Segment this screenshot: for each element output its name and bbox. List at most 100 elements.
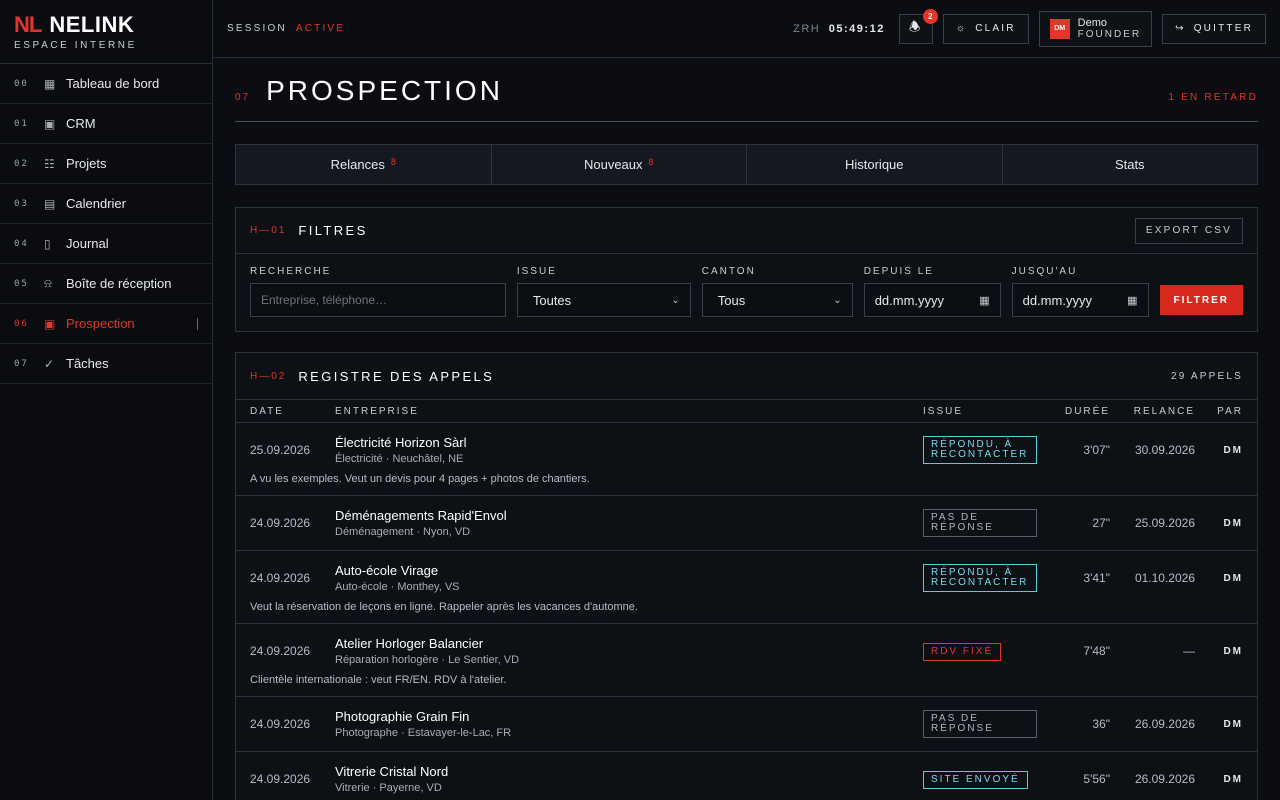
- from-date-label: DEPUIS LE: [863, 266, 934, 277]
- filters-title: FILTRES: [298, 223, 368, 238]
- user-menu-button[interactable]: DM Demo FOUNDER: [1038, 10, 1153, 47]
- issue-badge: RDV FIXÉ: [923, 643, 1002, 661]
- row-company-name[interactable]: Vitrerie Cristal Nord: [335, 764, 923, 779]
- sidebar-item-prospection[interactable]: 06 ▣ Prospection: [0, 304, 212, 344]
- column-date[interactable]: DATE: [250, 406, 335, 417]
- sidebar-item-calendrier[interactable]: 03 ▤ Calendrier: [0, 184, 212, 224]
- canton-label: CANTON: [701, 266, 756, 277]
- row-company-name[interactable]: Auto-école Virage: [335, 563, 923, 578]
- row-duration: 3'07": [1083, 443, 1110, 457]
- tab-label: Relances: [330, 157, 385, 172]
- sidebar-item-crm[interactable]: 01 ▣ CRM: [0, 104, 212, 144]
- sidebar-item-journal[interactable]: 04 ▯ Journal: [0, 224, 212, 264]
- column-entreprise[interactable]: ENTREPRISE: [335, 406, 923, 417]
- chevron-down-icon: ⌄: [833, 294, 842, 306]
- brand[interactable]: NL NELINK ESPACE INTERNE: [0, 0, 212, 64]
- table-row[interactable]: 24.09.2026 Photographie Grain Fin Photogra…: [236, 697, 1257, 752]
- contact-icon: ▣: [44, 316, 56, 331]
- calendar-icon[interactable]: ▦: [979, 294, 989, 307]
- tab-label: Stats: [1114, 157, 1145, 172]
- row-owner: DM: [1223, 444, 1243, 456]
- sidebar-item-t-ches[interactable]: 07 ✓ Tâches: [0, 344, 212, 384]
- row-duration: 36": [1092, 717, 1110, 731]
- row-company-name[interactable]: Électricité Horizon Sàrl: [335, 435, 923, 450]
- row-note: A vu les exemples. Veut un devis pour 4 …: [250, 473, 590, 485]
- column-issue[interactable]: ISSUE: [923, 406, 1055, 417]
- sidebar-item-label: Calendrier: [66, 196, 126, 211]
- tab-relances[interactable]: Relances 8: [236, 145, 492, 184]
- grid-icon: ▦: [44, 76, 56, 91]
- sidebar-item-number: 06: [14, 318, 29, 329]
- logout-button[interactable]: ↪ QUITTER: [1162, 13, 1266, 44]
- tab-nouveaux[interactable]: Nouveaux 8: [492, 145, 747, 184]
- row-date: 24.09.2026: [250, 772, 311, 786]
- sidebar-item-label: Projets: [66, 156, 107, 171]
- calendar-icon[interactable]: ▦: [1127, 294, 1137, 307]
- page-title: PROSPECTION: [266, 75, 503, 106]
- row-relance: 26.09.2026: [1134, 772, 1195, 786]
- row-company-meta: Auto-école · Monthey, VS: [335, 581, 460, 593]
- tab-historique[interactable]: Historique: [747, 145, 1003, 184]
- issue-select-value: Toutes: [532, 292, 572, 308]
- sidebar-item-label: Prospection: [66, 316, 135, 331]
- clock: ZRH 05:49:12: [793, 23, 885, 35]
- contact-icon: ▣: [44, 116, 56, 131]
- sidebar-item-bo-te-de-r-ception[interactable]: 05 ⍾ Boîte de réception: [0, 264, 212, 304]
- row-relance: 30.09.2026: [1134, 443, 1195, 457]
- chart-icon: ☷: [44, 156, 55, 171]
- export-csv-button[interactable]: EXPORT CSV: [1134, 217, 1243, 244]
- logout-label: QUITTER: [1193, 23, 1253, 34]
- tab-bar: Relances 8 Nouveaux 8 Historique Stats: [235, 144, 1258, 185]
- registry-code: H—02: [250, 370, 287, 382]
- table-row[interactable]: 25.09.2026 Électricité Horizon Sàrl Électr…: [236, 423, 1257, 496]
- issue-badge: RÉPONDU, À RECONTACTER: [923, 436, 1037, 464]
- brand-subtitle: ESPACE INTERNE: [14, 40, 137, 51]
- row-owner: DM: [1223, 517, 1243, 529]
- calls-count: 29 APPELS: [1170, 370, 1243, 382]
- sidebar-item-tableau-de-bord[interactable]: 00 ▦ Tableau de bord: [0, 64, 212, 104]
- search-input[interactable]: Entreprise, téléphone…: [250, 283, 506, 317]
- table-row[interactable]: 24.09.2026 Vitrerie Cristal Nord Vitrerie …: [236, 752, 1257, 800]
- theme-toggle-button[interactable]: ☼ CLAIR: [942, 13, 1029, 44]
- row-owner: DM: [1223, 645, 1243, 657]
- to-date-input[interactable]: dd.mm.yyyy ▦: [1011, 283, 1149, 317]
- issue-badge: RÉPONDU, À RECONTACTER: [923, 564, 1037, 592]
- from-date-input[interactable]: dd.mm.yyyy ▦: [863, 283, 1001, 317]
- clock-time: 05:49:12: [828, 22, 885, 35]
- row-date: 24.09.2026: [250, 644, 311, 658]
- row-company-name[interactable]: Atelier Horloger Balancier: [335, 636, 923, 651]
- table-row[interactable]: 24.09.2026 Auto-école Virage Auto-école · …: [236, 551, 1257, 624]
- tab-label: Nouveaux: [583, 157, 643, 172]
- column-duree[interactable]: DURÉE: [1055, 406, 1110, 417]
- sidebar-item-projets[interactable]: 02 ☷ Projets: [0, 144, 212, 184]
- session-label: SESSION: [227, 23, 287, 34]
- brand-name: NELINK: [49, 12, 135, 37]
- column-relance[interactable]: RELANCE: [1110, 406, 1195, 417]
- calendar-icon: ▤: [44, 196, 56, 211]
- row-company-name[interactable]: Déménagements Rapid'Envol: [335, 508, 923, 523]
- notifications-button[interactable]: 🕭 2: [898, 8, 938, 44]
- table-row[interactable]: 24.09.2026 Déménagements Rapid'Envol Démén…: [236, 496, 1257, 551]
- tab-stats[interactable]: Stats: [1003, 145, 1258, 184]
- bell-icon: 🕭: [908, 18, 923, 34]
- issue-select[interactable]: Toutes ⌄: [516, 283, 691, 317]
- sidebar-item-number: 02: [14, 158, 29, 169]
- canton-select[interactable]: Tous ⌄: [701, 283, 853, 317]
- sidebar-nav: 00 ▦ Tableau de bord 01 ▣ CRM 02 ☷ Projets 03 ▤ Cal…: [0, 64, 212, 384]
- sidebar-item-label: Tâches: [66, 356, 109, 371]
- page-header: 07 PROSPECTION 1 EN RETARD: [235, 58, 1258, 122]
- sidebar-item-number: 00: [14, 78, 29, 89]
- registry-title: REGISTRE DES APPELS: [298, 368, 495, 384]
- table-row[interactable]: 24.09.2026 Atelier Horloger Balancier Répa…: [236, 624, 1257, 697]
- row-date: 24.09.2026: [250, 516, 311, 530]
- column-par[interactable]: PAR: [1195, 406, 1243, 417]
- avatar: DM: [1049, 18, 1070, 39]
- row-company-meta: Vitrerie · Payerne, VD: [335, 782, 442, 794]
- sidebar-item-label: Boîte de réception: [66, 276, 172, 291]
- logout-icon: ↪: [1175, 23, 1186, 34]
- row-company-name[interactable]: Photographie Grain Fin: [335, 709, 923, 724]
- topbar: SESSION ACTIVE ZRH 05:49:12 🕭 2 ☼ CLAIR …: [213, 0, 1280, 58]
- document-icon: ▯: [44, 236, 51, 251]
- filter-submit-button[interactable]: FILTRER: [1159, 285, 1244, 315]
- to-date-value: dd.mm.yyyy: [1022, 292, 1092, 308]
